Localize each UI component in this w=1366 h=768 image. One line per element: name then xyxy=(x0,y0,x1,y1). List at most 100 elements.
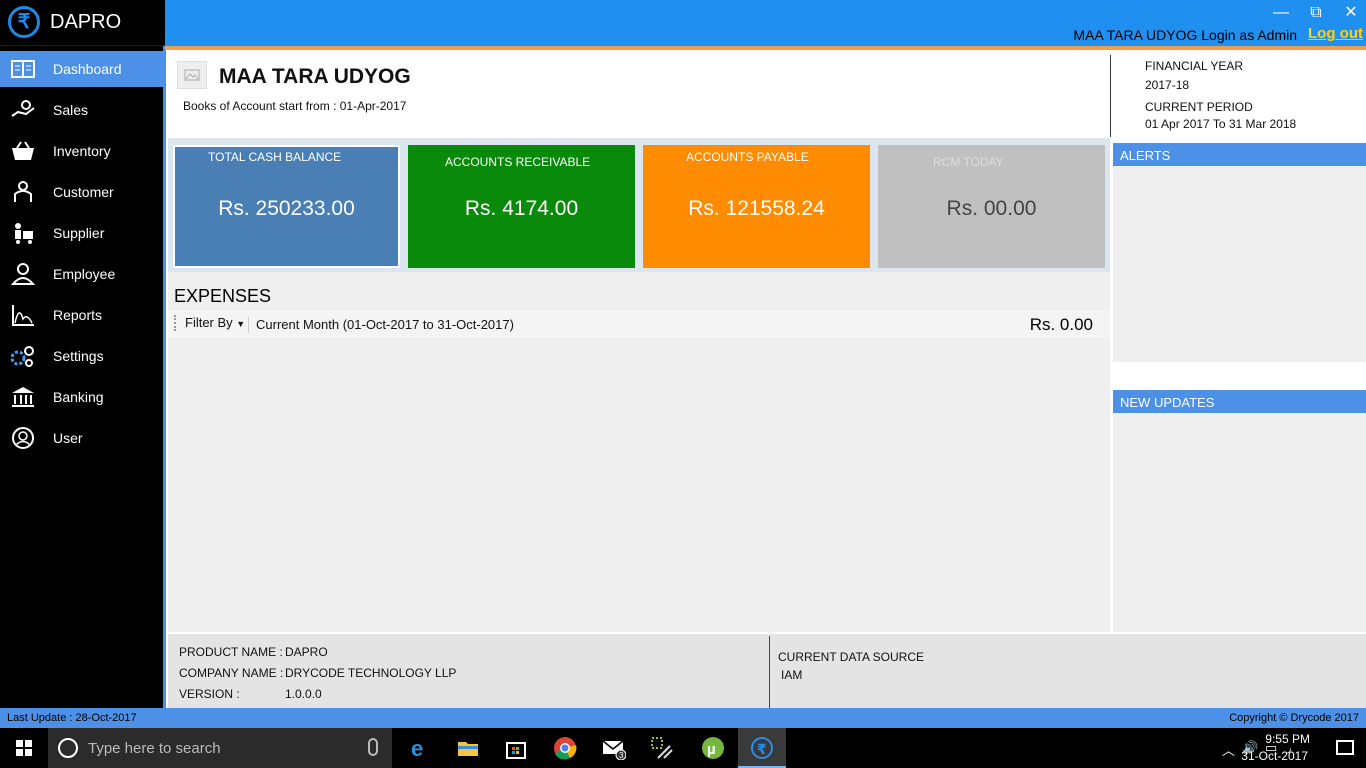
edge-icon: e xyxy=(411,736,423,760)
data-source-label: CURRENT DATA SOURCE xyxy=(778,650,925,664)
rupee-logo-icon: ₹ xyxy=(8,6,40,38)
dashboard-icon xyxy=(11,60,35,78)
clock-time[interactable]: 9:55 PM xyxy=(1265,732,1310,746)
sidebar-item-sales[interactable]: Sales xyxy=(0,92,165,128)
employee-icon xyxy=(10,263,36,285)
sidebar-item-supplier[interactable]: Supplier xyxy=(0,215,165,251)
taskbar-app-chrome[interactable] xyxy=(541,728,589,768)
sidebar-item-settings[interactable]: Settings xyxy=(0,338,165,374)
logout-link[interactable]: Log out xyxy=(1308,25,1363,42)
mail-badge: 3 xyxy=(619,751,624,760)
taskbar-search-box[interactable]: Type here to search xyxy=(48,728,392,768)
financial-year-value: 2017-18 xyxy=(1145,78,1190,92)
cortana-icon xyxy=(58,738,78,758)
chrome-icon xyxy=(554,737,577,760)
sidebar-item-label: Employee xyxy=(53,266,116,282)
windows-taskbar: Type here to search e 3 µ ₹ ︿ 🔊 ▭ ◞ 9:55… xyxy=(0,728,1366,768)
dapro-rupee-icon: ₹ xyxy=(751,737,773,759)
sidebar-item-employee[interactable]: Employee xyxy=(0,256,165,292)
current-period-label: CURRENT PERIOD xyxy=(1145,100,1253,114)
card-value: Rs. 00.00 xyxy=(946,197,1037,220)
rcm-today-card[interactable]: RCM TODAY Rs. 00.00 xyxy=(878,145,1105,268)
minimize-button[interactable]: — xyxy=(1267,2,1295,24)
last-update-text: Last Update : 28-Oct-2017 xyxy=(7,712,137,724)
books-start-date: Books of Account start from : 01-Apr-201… xyxy=(183,99,407,113)
titlebar: — ⧉ ✕ MAA TARA UDYOG Login as Admin Log … xyxy=(165,0,1366,46)
reports-icon xyxy=(12,305,34,326)
card-title: ACCOUNTS RECEIVABLE xyxy=(445,155,591,169)
sidebar-item-label: Customer xyxy=(53,184,114,200)
sidebar-item-banking[interactable]: Banking xyxy=(0,379,165,415)
taskbar-app-tools[interactable] xyxy=(638,728,686,768)
accounts-payable-card[interactable]: ACCOUNTS PAYABLE Rs. 121558.24 xyxy=(643,145,870,268)
version-value: 1.0.0.0 xyxy=(285,687,322,701)
financial-year-panel: FINANCIAL YEAR 2017-18 CURRENT PERIOD 01… xyxy=(1110,55,1366,137)
version-label: VERSION : xyxy=(179,687,240,701)
taskbar-app-mail[interactable]: 3 xyxy=(590,728,638,768)
company-logo-image-icon[interactable] xyxy=(177,61,207,89)
sidebar-item-label: Supplier xyxy=(53,225,105,241)
status-bar: Last Update : 28-Oct-2017 Copyright © Dr… xyxy=(0,708,1366,728)
card-title: TOTAL CASH BALANCE xyxy=(208,150,342,164)
bank-icon xyxy=(12,387,34,407)
user-icon xyxy=(12,427,34,449)
notification-center-icon[interactable] xyxy=(1336,740,1354,755)
filter-by-dropdown[interactable]: Filter By ▼ xyxy=(185,315,245,330)
toolbar-grip xyxy=(174,315,177,331)
accounts-receivable-card[interactable]: ACCOUNTS RECEIVABLE Rs. 4174.00 xyxy=(408,145,635,268)
company-name-value: DRYCODE TECHNOLOGY LLP xyxy=(285,666,457,680)
alerts-header: ALERTS xyxy=(1113,143,1366,166)
microphone-icon[interactable] xyxy=(368,738,378,756)
copyright-text: Copyright © Drycode 2017 xyxy=(1229,712,1359,724)
sidebar-item-user[interactable]: User xyxy=(0,420,165,456)
product-name-value: DAPRO xyxy=(285,645,328,659)
supplier-icon xyxy=(15,223,33,244)
start-button[interactable] xyxy=(0,728,48,768)
filter-period-text: Current Month (01-Oct-2017 to 31-Oct-201… xyxy=(256,317,514,332)
sidebar-item-label: Dashboard xyxy=(53,61,122,77)
product-info-panel: PRODUCT NAME : DAPRO COMPANY NAME : DRYC… xyxy=(168,634,1366,708)
app-logo: ₹ DAPRO xyxy=(0,0,165,46)
utorrent-icon: µ xyxy=(702,737,724,759)
taskbar-app-dapro[interactable]: ₹ xyxy=(738,728,786,768)
expenses-total: Rs. 0.00 xyxy=(1029,315,1093,334)
clock-date[interactable]: 31-Oct-2017 xyxy=(1241,749,1308,763)
info-separator xyxy=(769,636,770,708)
expenses-title: EXPENSES xyxy=(174,286,272,306)
folder-icon xyxy=(458,742,478,756)
sidebar-item-label: Settings xyxy=(53,348,104,364)
company-name: MAA TARA UDYOG xyxy=(219,65,411,88)
sidebar-item-label: User xyxy=(53,430,83,446)
chevron-down-icon: ▼ xyxy=(236,319,246,329)
card-value: Rs. 250233.00 xyxy=(218,197,355,220)
store-bag-icon xyxy=(506,742,526,759)
new-updates-header: NEW UPDATES xyxy=(1113,390,1366,413)
taskbar-app-utorrent[interactable]: µ xyxy=(689,728,737,768)
sidebar-item-label: Inventory xyxy=(53,143,111,159)
sidebar-item-inventory[interactable]: Inventory xyxy=(0,133,165,169)
sidebar-item-dashboard[interactable]: Dashboard xyxy=(0,51,165,87)
taskbar-app-store[interactable] xyxy=(492,728,540,768)
company-header: MAA TARA UDYOG Books of Account start fr… xyxy=(168,50,1110,138)
taskbar-app-edge[interactable]: e xyxy=(396,728,444,768)
mail-icon: 3 xyxy=(602,740,626,760)
chevron-up-icon[interactable]: ︿ xyxy=(1222,740,1235,759)
new-updates-panel xyxy=(1113,413,1366,632)
close-button[interactable]: ✕ xyxy=(1337,2,1365,24)
taskbar-app-explorer[interactable] xyxy=(444,728,492,768)
sidebar-item-label: Banking xyxy=(53,389,104,405)
sidebar-item-label: Reports xyxy=(53,307,103,323)
app-window: ₹ DAPRO Dashboard Sales Inventory Custom… xyxy=(0,0,1366,768)
expenses-filter-bar: Filter By ▼ Current Month (01-Oct-2017 t… xyxy=(168,310,1110,338)
total-cash-balance-card[interactable]: TOTAL CASH BALANCE Rs. 250233.00 xyxy=(173,145,400,268)
search-placeholder: Type here to search xyxy=(88,740,221,757)
login-status-text: MAA TARA UDYOG Login as Admin xyxy=(1073,27,1297,43)
app-name: DAPRO xyxy=(50,11,122,33)
data-source-value: IAM xyxy=(781,668,803,682)
basket-icon xyxy=(12,141,34,160)
maximize-button[interactable]: ⧉ xyxy=(1302,2,1330,24)
sidebar-item-reports[interactable]: Reports xyxy=(0,297,165,333)
sidebar-item-customer[interactable]: Customer xyxy=(0,174,165,210)
sidebar-accent-edge xyxy=(163,46,166,708)
sidebar: ₹ DAPRO Dashboard Sales Inventory Custom… xyxy=(0,0,166,708)
